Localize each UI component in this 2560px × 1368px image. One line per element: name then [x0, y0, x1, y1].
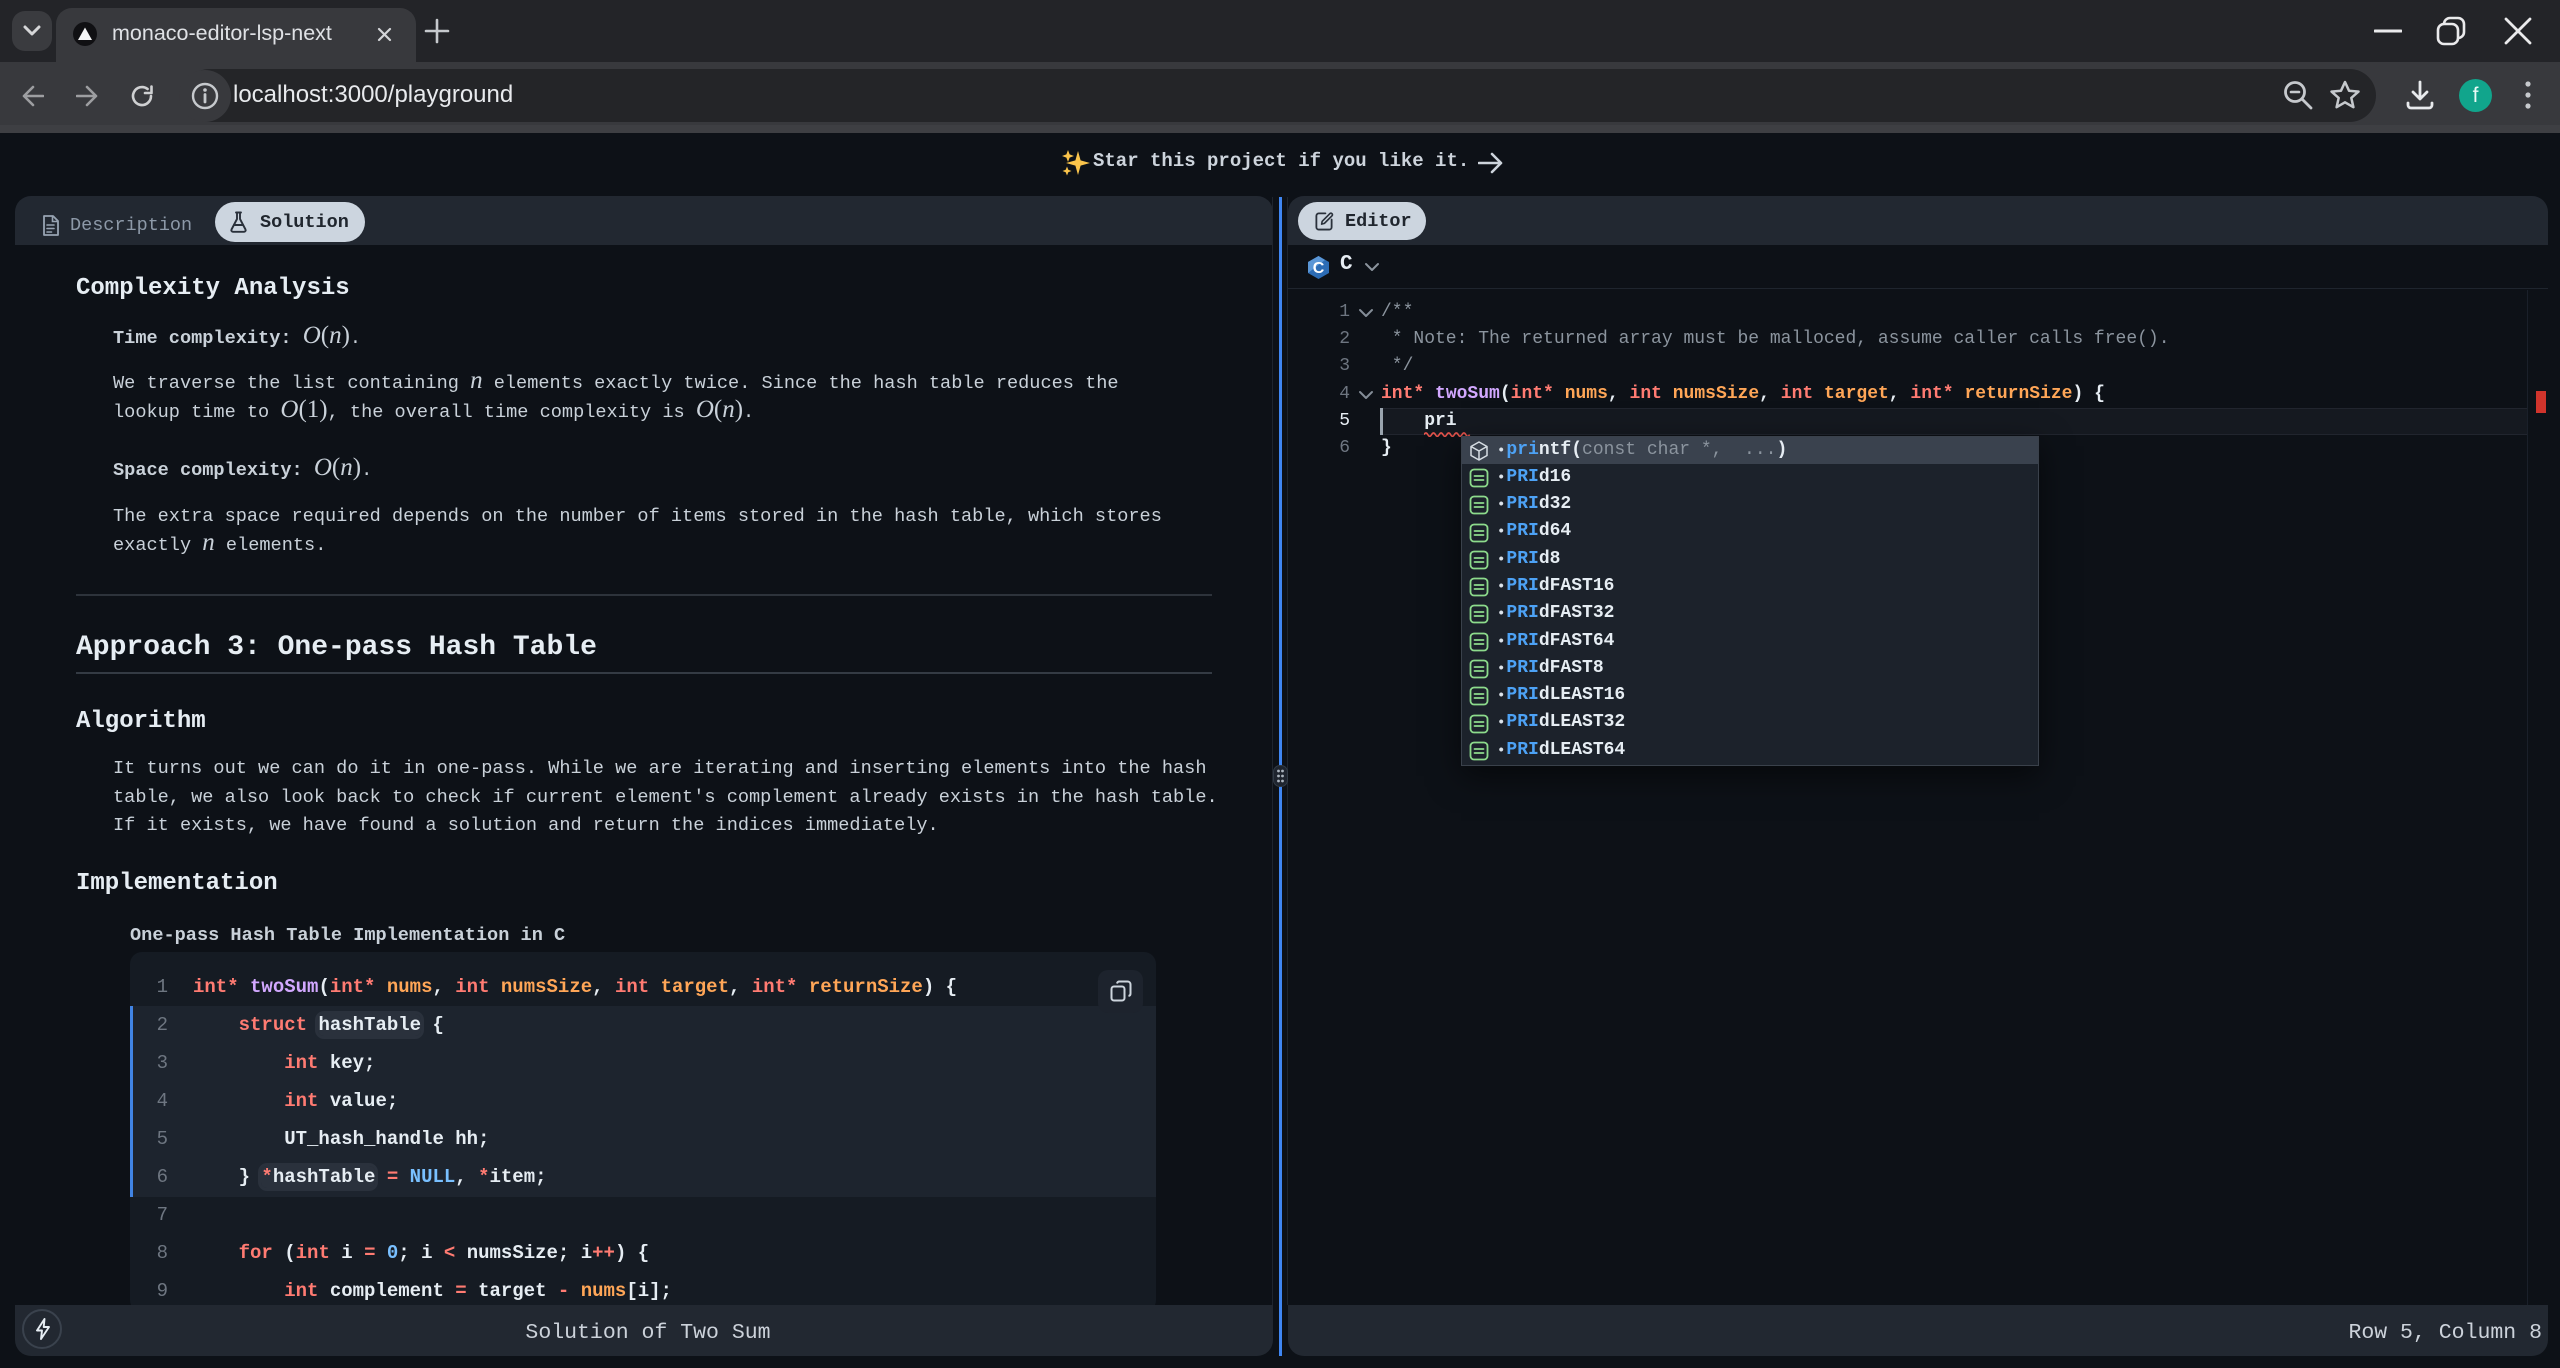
svg-text:C: C: [1313, 260, 1325, 277]
